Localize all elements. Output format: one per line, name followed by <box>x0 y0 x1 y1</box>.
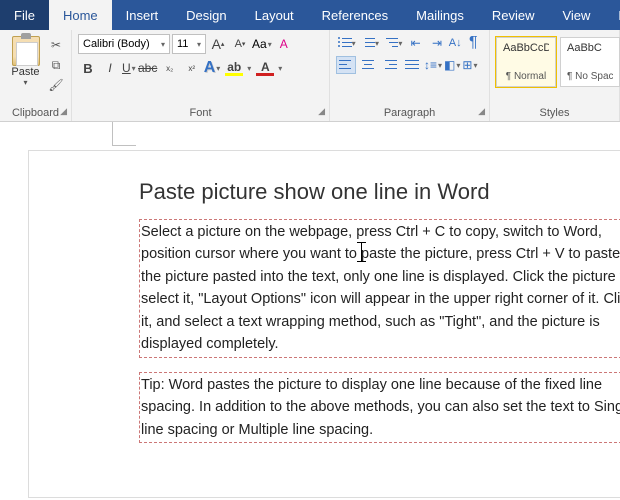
align-center-button[interactable] <box>358 56 378 74</box>
format-painter-button[interactable]: 🖌 <box>47 76 65 94</box>
document-area[interactable]: Paste picture show one line in Word Sele… <box>0 122 620 500</box>
clear-formatting-button[interactable]: A <box>274 34 294 54</box>
subscript-button[interactable]: x₂ <box>160 58 180 78</box>
style-preview: AaBbCcDc <box>503 42 549 54</box>
numbering-button[interactable]: ▾ <box>359 34 380 52</box>
borders-icon: ⊞ <box>462 58 472 72</box>
sort-button[interactable]: A↓ <box>449 37 462 49</box>
line-spacing-icon: ↕≡ <box>424 58 437 72</box>
chevron-down-icon: ▾ <box>23 78 27 87</box>
align-right-button[interactable] <box>380 56 400 74</box>
group-font: Calibri (Body) ▾ 11 ▾ A▴ A▾ Aa▾ A B I <box>72 30 330 121</box>
copy-icon: ⧉ <box>52 58 61 73</box>
shrink-font-button[interactable]: A▾ <box>230 34 250 54</box>
group-label-font: Font ◢ <box>78 105 323 119</box>
bold-button[interactable]: B <box>78 58 98 78</box>
multilevel-list-button[interactable]: ▾ <box>383 34 404 52</box>
group-label-clipboard: Clipboard ◢ <box>6 105 65 119</box>
document-title: Paste picture show one line in Word <box>139 179 620 205</box>
decrease-indent-button[interactable]: ⇤ <box>406 34 425 52</box>
ribbon: Paste ▾ ✂ ⧉ 🖌 Clipboard ◢ <box>0 30 620 122</box>
font-size-select[interactable]: 11 ▾ <box>172 34 206 54</box>
sort-icon: A↓ <box>449 37 462 49</box>
page: Paste picture show one line in Word Sele… <box>28 150 620 498</box>
tab-design[interactable]: Design <box>172 0 240 30</box>
paragraph-1[interactable]: Select a picture on the webpage, press C… <box>139 219 620 358</box>
grow-font-button[interactable]: A▴ <box>208 34 228 54</box>
dialog-launcher-icon[interactable]: ◢ <box>60 106 67 117</box>
dialog-launcher-icon[interactable]: ◢ <box>318 106 325 117</box>
chevron-down-icon: ▾ <box>197 40 201 49</box>
superscript-button[interactable]: x² <box>182 58 202 78</box>
text-effects-button[interactable]: A▾ <box>204 59 221 77</box>
underline-button[interactable]: U▾ <box>122 58 136 78</box>
dialog-launcher-icon[interactable]: ◢ <box>478 106 485 117</box>
ruler-corner <box>112 122 136 146</box>
tab-help[interactable]: Help <box>604 0 620 30</box>
tab-layout[interactable]: Layout <box>241 0 308 30</box>
bucket-icon: ◧ <box>444 58 455 72</box>
tab-home[interactable]: Home <box>49 0 112 30</box>
tab-insert[interactable]: Insert <box>112 0 173 30</box>
font-family-select[interactable]: Calibri (Body) ▾ <box>78 34 170 54</box>
paragraph-2[interactable]: Tip: Word pastes the picture to display … <box>139 372 620 443</box>
change-case-button[interactable]: Aa▾ <box>252 37 272 51</box>
tab-references[interactable]: References <box>308 0 402 30</box>
borders-button[interactable]: ⊞▾ <box>462 58 477 72</box>
tab-review[interactable]: Review <box>478 0 549 30</box>
font-family-value: Calibri (Body) <box>83 38 150 50</box>
indent-icon: ⇥ <box>432 36 442 50</box>
line-spacing-button[interactable]: ↕≡▾ <box>424 58 442 72</box>
copy-button[interactable]: ⧉ <box>47 56 65 74</box>
group-styles: AaBbCcDc ¶ Normal AaBbC ¶ No Spacing Sty… <box>490 30 620 121</box>
increase-indent-button[interactable]: ⇥ <box>427 34 446 52</box>
font-size-value: 11 <box>177 38 188 50</box>
italic-button[interactable]: I <box>100 58 120 78</box>
outdent-icon: ⇤ <box>411 36 421 50</box>
cut-button[interactable]: ✂ <box>47 36 65 54</box>
bullets-button[interactable]: ▾ <box>336 34 357 52</box>
show-hide-button[interactable]: ¶ <box>464 34 483 52</box>
strikethrough-button[interactable]: abc <box>138 58 158 78</box>
shading-button[interactable]: ◧▾ <box>444 58 460 72</box>
highlight-color-button[interactable]: ab▾ <box>222 61 251 76</box>
tab-view[interactable]: View <box>548 0 604 30</box>
style-normal[interactable]: AaBbCcDc ¶ Normal <box>496 37 556 87</box>
style-no-spacing[interactable]: AaBbC ¶ No Spacing <box>560 37 620 87</box>
style-name: ¶ Normal <box>503 71 549 82</box>
style-name: ¶ No Spacing <box>567 71 613 82</box>
justify-button[interactable] <box>402 56 422 74</box>
font-color-button[interactable]: A▾ <box>253 61 282 76</box>
pilcrow-icon: ¶ <box>469 34 478 52</box>
style-preview: AaBbC <box>567 42 613 54</box>
tab-mailings[interactable]: Mailings <box>402 0 478 30</box>
paste-button[interactable]: Paste ▾ <box>6 34 45 94</box>
eraser-icon: A <box>280 37 288 51</box>
clipboard-icon <box>12 36 40 66</box>
tab-file[interactable]: File <box>0 0 49 30</box>
brush-icon: 🖌 <box>48 78 63 92</box>
chevron-down-icon: ▾ <box>161 40 165 49</box>
group-paragraph: ▾ ▾ ▾ ⇤ <box>330 30 490 121</box>
align-left-button[interactable] <box>336 56 356 74</box>
paste-label: Paste <box>11 66 39 78</box>
group-label-styles: Styles <box>496 105 613 119</box>
menu-bar: File Home Insert Design Layout Reference… <box>0 0 620 30</box>
scissors-icon: ✂ <box>51 38 61 52</box>
group-clipboard: Paste ▾ ✂ ⧉ 🖌 Clipboard ◢ <box>0 30 72 121</box>
group-label-paragraph: Paragraph ◢ <box>336 105 483 119</box>
